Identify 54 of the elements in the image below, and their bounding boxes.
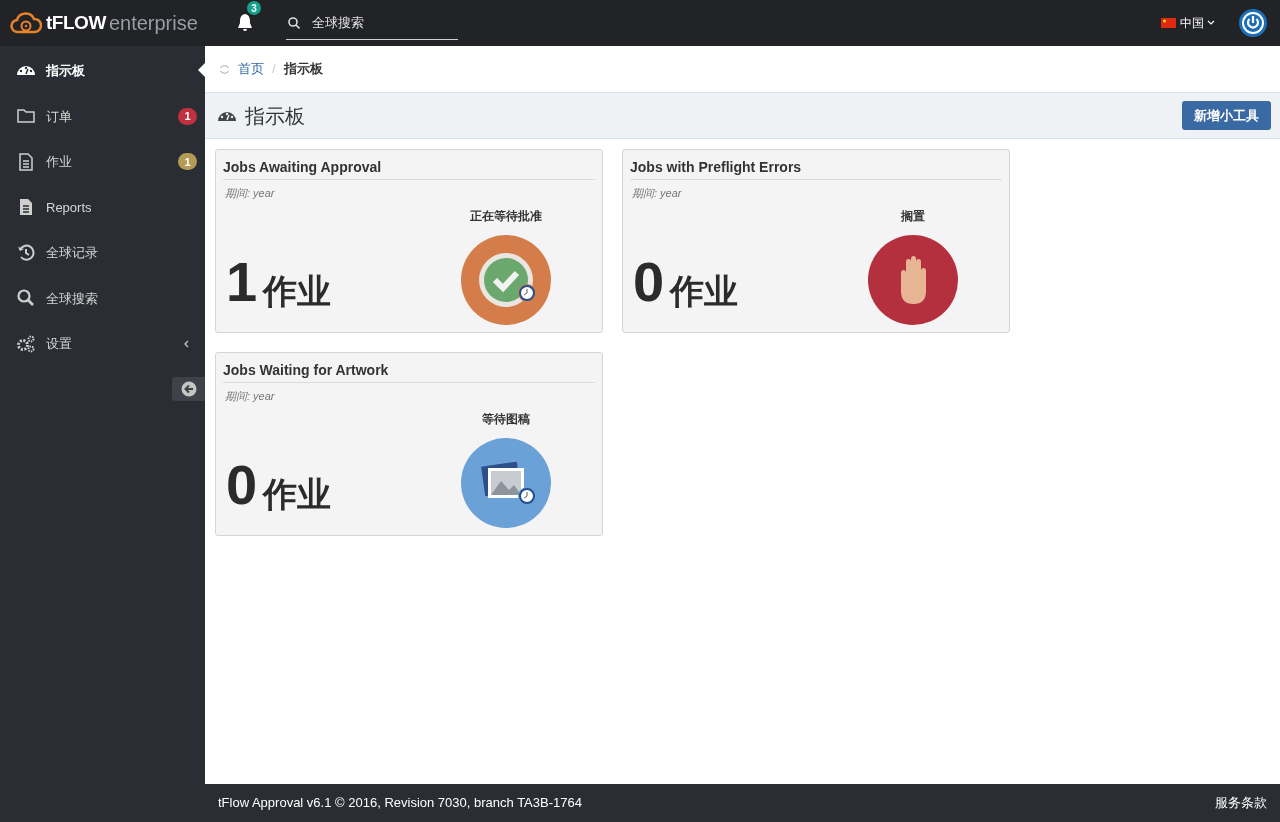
history-icon bbox=[16, 242, 36, 263]
period-label: 期间: year bbox=[225, 186, 276, 201]
logo-text: tFLOW bbox=[46, 10, 106, 35]
sidebar-item[interactable]: 订单 1 bbox=[0, 93, 205, 139]
sidebar-item[interactable]: 全球记录 bbox=[0, 230, 205, 276]
count-unit: 作业 bbox=[263, 477, 332, 511]
flag-icon bbox=[1161, 18, 1176, 28]
sidebar-item[interactable]: 作业 1 bbox=[0, 139, 205, 185]
image-status-icon bbox=[461, 437, 551, 528]
breadcrumb-link[interactable]: 首页 bbox=[238, 59, 264, 79]
status-label: 正在等待批准 bbox=[470, 207, 542, 225]
refresh-icon bbox=[219, 63, 230, 75]
status-label: 等待图稿 bbox=[482, 410, 530, 428]
hand-status-icon bbox=[868, 234, 958, 325]
collapse-sidebar-button[interactable] bbox=[172, 376, 205, 401]
document-icon bbox=[16, 151, 36, 172]
period-label: 期间: year bbox=[225, 389, 276, 404]
count-value: 0 bbox=[633, 254, 665, 310]
count-unit: 作业 bbox=[670, 274, 739, 308]
logo-text: enterprise bbox=[108, 11, 198, 36]
power-button[interactable] bbox=[1239, 9, 1267, 37]
breadcrumb-current: 指示板 bbox=[283, 60, 323, 79]
status-label: 搁置 bbox=[901, 207, 925, 225]
approval-status-icon bbox=[461, 234, 551, 325]
notification-count: 3 bbox=[247, 1, 261, 15]
search-icon bbox=[288, 16, 300, 29]
bell-icon bbox=[236, 13, 254, 33]
search-field[interactable]: 全球搜索 bbox=[312, 12, 432, 33]
widget-title: Jobs with Preflight Errors bbox=[630, 150, 1002, 180]
gauge-icon bbox=[217, 110, 237, 121]
widget-title: Jobs Waiting for Artwork bbox=[223, 353, 595, 383]
sidebar-item[interactable]: Reports bbox=[0, 184, 205, 230]
count-badge: 1 bbox=[178, 153, 197, 171]
widget-title: Jobs Awaiting Approval bbox=[223, 150, 595, 180]
page-title: 指示板 bbox=[245, 103, 305, 129]
version-text: tFlow Approval v6.1 © 2016, Revision 7030, branch TA3B-1764 bbox=[218, 794, 582, 813]
count-unit: 作业 bbox=[263, 274, 332, 308]
count-badge: 1 bbox=[178, 107, 197, 125]
arrow-left-icon bbox=[180, 380, 197, 397]
sidebar-item[interactable]: 全球搜索 bbox=[0, 275, 205, 321]
count-value: 1 bbox=[226, 254, 258, 310]
chevron-down-icon bbox=[1207, 20, 1215, 26]
selection-pointer bbox=[198, 63, 205, 77]
language-selector[interactable]: 中国 bbox=[1161, 14, 1215, 32]
add-widget-button[interactable]: 新增小工具 bbox=[1182, 101, 1271, 130]
period-label: 期间: year bbox=[632, 186, 683, 201]
sidebar-item[interactable]: 设置 bbox=[0, 321, 205, 367]
gears-icon bbox=[16, 333, 36, 354]
breadcrumb-separator: / bbox=[272, 60, 276, 79]
cloud-logo-icon bbox=[10, 12, 42, 34]
power-icon bbox=[1239, 9, 1267, 37]
sidebar-item[interactable]: 指示板 bbox=[0, 48, 205, 94]
count-value: 0 bbox=[226, 457, 258, 513]
terms-link[interactable]: 服务条款 bbox=[1215, 793, 1267, 813]
